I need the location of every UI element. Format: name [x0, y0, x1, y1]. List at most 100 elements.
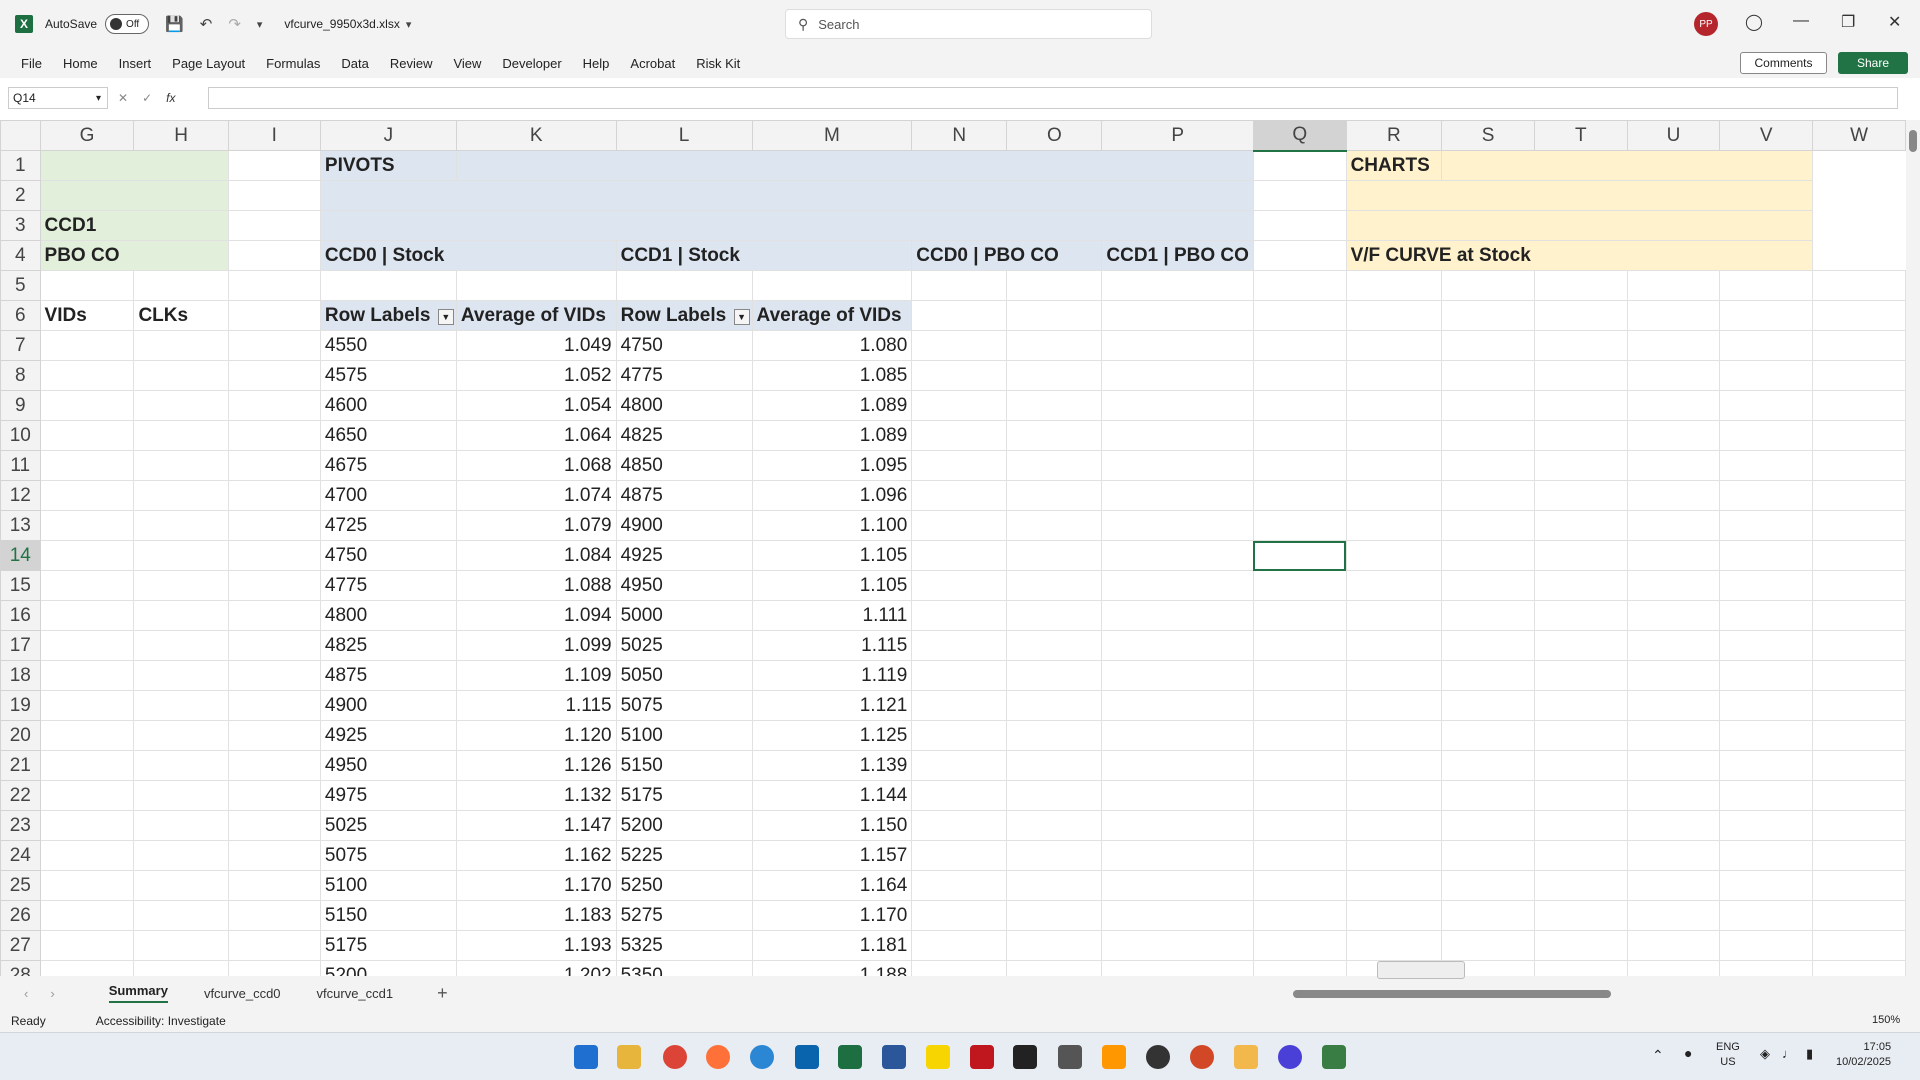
battery-icon[interactable]: ▮	[1806, 1046, 1813, 1061]
cell[interactable]	[1626, 630, 1721, 661]
cell[interactable]	[1812, 420, 1906, 451]
sheet-tab-split-handle[interactable]	[1377, 961, 1465, 979]
cell[interactable]	[1345, 780, 1443, 811]
cell[interactable]	[1812, 270, 1906, 301]
pivot-row-label[interactable]: 4975	[319, 780, 457, 811]
cell[interactable]	[1101, 270, 1254, 301]
cell[interactable]	[1345, 630, 1443, 661]
column-header[interactable]: R	[1345, 120, 1443, 151]
cell[interactable]	[227, 210, 321, 241]
cell[interactable]	[1812, 690, 1906, 721]
cell[interactable]	[1812, 750, 1906, 781]
cell[interactable]	[911, 330, 1008, 361]
cell[interactable]	[1441, 840, 1535, 871]
cell-table[interactable]: G H I J K L M N O P Q R S T U V W 1 PIVO…	[0, 120, 1906, 976]
pivot-row-label[interactable]: 5200	[319, 960, 457, 976]
pivot-row-label[interactable]: 5075	[319, 840, 457, 871]
pivot-row-label[interactable]: 5275	[615, 900, 753, 931]
select-all-corner[interactable]	[0, 120, 41, 151]
row-header[interactable]: 22	[0, 780, 41, 811]
cell[interactable]	[1812, 870, 1906, 901]
cell[interactable]	[911, 270, 1008, 301]
word-icon[interactable]	[882, 1045, 906, 1069]
row-header[interactable]: 11	[0, 450, 41, 481]
cell[interactable]	[1252, 150, 1347, 181]
close-icon[interactable]: ✕	[1888, 12, 1901, 32]
cell[interactable]	[1252, 660, 1347, 691]
cell[interactable]	[227, 450, 321, 481]
cell[interactable]	[1252, 810, 1347, 841]
cell[interactable]	[1626, 720, 1721, 751]
cell[interactable]	[1345, 900, 1443, 931]
tab-file[interactable]: File	[21, 56, 42, 71]
row-header[interactable]: 3	[0, 210, 41, 241]
worksheet-grid[interactable]: G H I J K L M N O P Q R S T U V W 1 PIVO…	[0, 120, 1906, 976]
column-header[interactable]: T	[1533, 120, 1628, 151]
cell[interactable]	[133, 390, 229, 421]
cell[interactable]	[133, 600, 229, 631]
row-header[interactable]: 10	[0, 420, 41, 451]
cell[interactable]	[39, 750, 135, 781]
row-header[interactable]: 5	[0, 270, 41, 301]
cell[interactable]	[1101, 390, 1254, 421]
pivot-average-vid[interactable]: 1.120	[455, 720, 617, 751]
cell[interactable]	[1101, 480, 1254, 511]
cell[interactable]	[1719, 870, 1814, 901]
pivot-average-vid[interactable]: 1.089	[751, 390, 913, 421]
pivot-average-vid[interactable]: 1.157	[751, 840, 913, 871]
cell[interactable]	[133, 870, 229, 901]
pivot-average-vid[interactable]: 1.100	[751, 510, 913, 541]
minimize-icon[interactable]: —	[1793, 12, 1809, 30]
pivot-row-label[interactable]: 5100	[319, 870, 457, 901]
row-header[interactable]: 20	[0, 720, 41, 751]
cell[interactable]	[1006, 300, 1103, 331]
cell[interactable]	[133, 360, 229, 391]
cell-pivots-title[interactable]: PIVOTS	[319, 150, 457, 181]
share-button[interactable]: Share	[1838, 52, 1908, 74]
cell[interactable]	[133, 780, 229, 811]
row-header[interactable]: 18	[0, 660, 41, 691]
cell[interactable]	[1812, 660, 1906, 691]
pivot-average-vid[interactable]: 1.144	[751, 780, 913, 811]
pivot-row-label[interactable]: 4800	[319, 600, 457, 631]
cell-ccd1-label[interactable]: CCD1	[39, 210, 229, 241]
cell[interactable]	[133, 330, 229, 361]
cell[interactable]	[1006, 570, 1103, 601]
pivot-row-label[interactable]: 4850	[615, 450, 753, 481]
cell[interactable]	[1719, 630, 1814, 661]
cell[interactable]	[911, 390, 1008, 421]
pivot-row-label[interactable]: 5200	[615, 810, 753, 841]
cell[interactable]	[1812, 600, 1906, 631]
customize-qat-icon[interactable]: ▾	[257, 18, 263, 31]
row-header[interactable]: 16	[0, 600, 41, 631]
cell[interactable]	[911, 570, 1008, 601]
cell[interactable]	[1533, 660, 1628, 691]
pivot-average-vid[interactable]: 1.193	[455, 930, 617, 961]
cell[interactable]	[1719, 780, 1814, 811]
cell[interactable]	[1719, 540, 1814, 571]
cell[interactable]	[1252, 300, 1347, 331]
cell[interactable]	[1345, 390, 1443, 421]
pivot-average-vid[interactable]: 1.080	[751, 330, 913, 361]
tab-formulas[interactable]: Formulas	[266, 56, 320, 71]
pivot-average-vid[interactable]: 1.147	[455, 810, 617, 841]
cell[interactable]	[1101, 840, 1254, 871]
column-header[interactable]: W	[1812, 120, 1906, 151]
column-header[interactable]: K	[455, 120, 617, 151]
cell[interactable]	[1533, 840, 1628, 871]
cell[interactable]	[1101, 720, 1254, 751]
cell[interactable]	[1533, 810, 1628, 841]
cell[interactable]	[1101, 330, 1254, 361]
language-indicator[interactable]: ENG US	[1716, 1040, 1740, 1070]
cell[interactable]	[1441, 810, 1535, 841]
pivot-average-vid[interactable]: 1.150	[751, 810, 913, 841]
cell[interactable]	[1006, 600, 1103, 631]
cell[interactable]	[911, 870, 1008, 901]
restore-icon[interactable]: ❐	[1841, 12, 1855, 32]
snipping-tool-icon[interactable]	[1058, 1045, 1082, 1069]
tab-developer[interactable]: Developer	[502, 56, 561, 71]
cell[interactable]	[911, 840, 1008, 871]
cell[interactable]	[227, 750, 321, 781]
sublime-icon[interactable]	[1102, 1045, 1126, 1069]
add-sheet-icon[interactable]: +	[437, 983, 448, 1004]
